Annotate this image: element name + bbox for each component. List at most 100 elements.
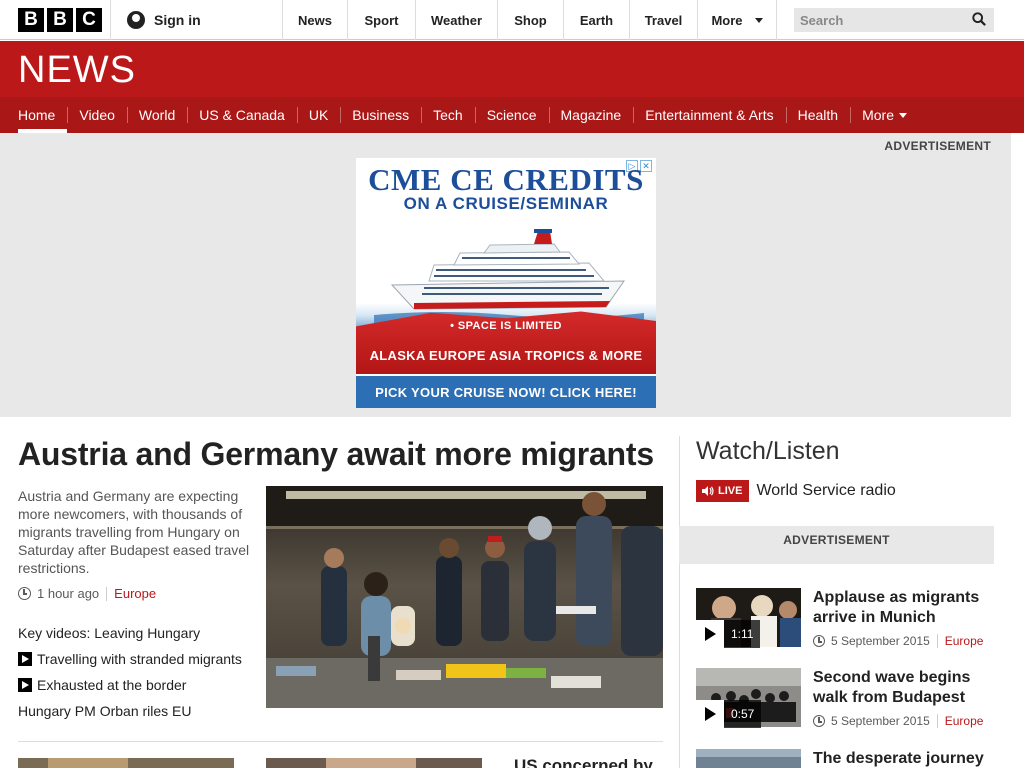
advertisement-label: ADVERTISEMENT xyxy=(884,139,991,153)
top-story-summary: Austria and Germany are expecting more n… xyxy=(18,488,250,576)
cruise-ship-image xyxy=(374,229,644,323)
logo-letter: B xyxy=(18,8,44,32)
bbc-masthead: B B C Sign in News Sport Weather Shop Ea… xyxy=(0,0,1024,40)
news-banner: NEWS xyxy=(0,41,1024,97)
video-story[interactable]: 1:11 Applause as migrants arrive in Muni… xyxy=(696,588,996,648)
video-thumbnail xyxy=(696,749,801,768)
section-nav-label: More xyxy=(862,107,894,123)
section-nav-health[interactable]: Health xyxy=(785,97,850,133)
chevron-down-icon xyxy=(898,112,907,118)
top-story-headline[interactable]: Austria and Germany await more migrants xyxy=(18,436,654,473)
video-story-headline: Applause as migrants arrive in Munich xyxy=(813,589,980,626)
section-nav-uk[interactable]: UK xyxy=(296,97,340,133)
live-radio-link[interactable]: LIVE World Service radio xyxy=(696,480,896,502)
news-section-nav: Home Video World US & Canada UK Business… xyxy=(0,97,1024,133)
logo-letter: B xyxy=(47,8,73,32)
global-nav-label: News xyxy=(298,12,332,28)
clock-icon xyxy=(813,635,825,647)
section-nav-magazine[interactable]: Magazine xyxy=(548,97,634,133)
video-duration: 0:57 xyxy=(696,700,762,728)
video-story-headline: The desperate journey xyxy=(813,750,984,767)
video-story-meta: 5 September 2015 Europe xyxy=(813,634,983,648)
ad-headline: CME CE CREDITS xyxy=(368,162,644,197)
global-nav-weather[interactable]: Weather xyxy=(415,0,497,40)
story-tag[interactable]: Europe xyxy=(945,634,984,648)
section-nav-label: Magazine xyxy=(560,107,622,123)
top-story-image[interactable] xyxy=(266,486,663,708)
search-icon[interactable] xyxy=(972,12,986,26)
bbc-logo[interactable]: B B C xyxy=(18,8,102,32)
section-nav-label: Business xyxy=(352,107,410,123)
section-nav-science[interactable]: Science xyxy=(474,97,549,133)
section-nav-business[interactable]: Business xyxy=(340,97,421,133)
logo-letter: C xyxy=(76,8,102,32)
column-divider xyxy=(679,436,680,768)
play-icon xyxy=(18,678,32,692)
live-badge-label: LIVE xyxy=(718,485,743,497)
section-nav-us-canada[interactable]: US & Canada xyxy=(187,97,297,133)
section-nav-label: Entertainment & Arts xyxy=(645,107,774,123)
play-icon xyxy=(696,700,724,728)
section-nav-more[interactable]: More xyxy=(850,97,919,133)
story-date: 5 September 2015 xyxy=(831,714,930,728)
meta-divider xyxy=(936,714,938,728)
news-logo[interactable]: NEWS xyxy=(18,49,136,92)
sign-in-label: Sign in xyxy=(154,12,201,28)
search-input[interactable] xyxy=(794,8,954,32)
cruise-advertisement[interactable]: ▷ ✕ CME CE CREDITS ON A CRUISE/SEMINAR • … xyxy=(356,158,656,408)
section-nav-label: Health xyxy=(797,107,839,123)
search-box xyxy=(794,8,994,32)
related-link-label: Key videos: Leaving Hungary xyxy=(18,625,201,641)
section-nav-tech[interactable]: Tech xyxy=(421,97,475,133)
section-nav-label: Home xyxy=(18,107,56,123)
section-divider xyxy=(18,741,663,742)
related-video-link[interactable]: Exhausted at the border xyxy=(18,672,258,698)
ad-cta-button[interactable]: PICK YOUR CRUISE NOW! CLICK HERE! xyxy=(356,374,656,408)
meta-divider xyxy=(936,634,938,648)
global-nav-label: Earth xyxy=(579,12,614,28)
section-nav-label: UK xyxy=(308,107,329,123)
related-link[interactable]: Hungary PM Orban riles EU xyxy=(18,698,258,724)
related-link-label: Hungary PM Orban riles EU xyxy=(18,703,192,719)
meta-divider xyxy=(106,586,108,601)
global-nav: News Sport Weather Shop Earth Travel Mor… xyxy=(282,0,777,40)
chevron-down-icon xyxy=(754,17,763,23)
global-nav-travel[interactable]: Travel xyxy=(629,0,697,40)
related-link-label: Exhausted at the border xyxy=(37,677,187,693)
story-thumbnail[interactable] xyxy=(18,758,234,768)
story-thumbnail[interactable] xyxy=(266,758,482,768)
section-nav-home[interactable]: Home xyxy=(6,97,68,133)
clock-icon xyxy=(813,715,825,727)
global-nav-shop[interactable]: Shop xyxy=(497,0,563,40)
watch-listen-title: Watch/Listen xyxy=(696,437,840,465)
top-story-tag[interactable]: Europe xyxy=(114,586,156,601)
live-badge: LIVE xyxy=(696,480,750,502)
secondary-story-headline[interactable]: US concerned by xyxy=(514,756,653,768)
section-nav-entertainment-arts[interactable]: Entertainment & Arts xyxy=(633,97,785,133)
sign-in-link[interactable]: Sign in xyxy=(110,0,201,40)
play-icon xyxy=(18,652,32,666)
section-nav-label: World xyxy=(138,107,176,123)
live-radio-label: World Service radio xyxy=(756,482,896,499)
video-duration: 1:11 xyxy=(696,620,761,648)
global-nav-label: Travel xyxy=(644,12,683,28)
story-tag[interactable]: Europe xyxy=(945,714,984,728)
top-story-meta: 1 hour ago Europe xyxy=(18,586,156,601)
section-nav-world[interactable]: World xyxy=(126,97,187,133)
section-nav-label: Video xyxy=(79,107,115,123)
advertisement-band: ADVERTISEMENT ▷ ✕ CME CE CREDITS ON A CRU… xyxy=(0,133,1011,417)
global-nav-sport[interactable]: Sport xyxy=(347,0,415,40)
related-video-link[interactable]: Travelling with stranded migrants xyxy=(18,646,258,672)
global-nav-label: Sport xyxy=(364,12,399,28)
global-nav-more[interactable]: More xyxy=(697,0,777,40)
video-story[interactable]: 0:57 Second wave begins walk from Budape… xyxy=(696,668,996,728)
global-nav-earth[interactable]: Earth xyxy=(563,0,629,40)
video-story[interactable]: The desperate journey xyxy=(696,749,996,768)
related-link-label: Travelling with stranded migrants xyxy=(37,651,242,667)
related-link[interactable]: Key videos: Leaving Hungary xyxy=(18,620,258,646)
global-nav-news[interactable]: News xyxy=(282,0,347,40)
top-story-time: 1 hour ago xyxy=(37,586,100,601)
duration-label: 1:11 xyxy=(724,620,761,648)
section-nav-video[interactable]: Video xyxy=(67,97,127,133)
global-nav-label: More xyxy=(711,12,743,28)
